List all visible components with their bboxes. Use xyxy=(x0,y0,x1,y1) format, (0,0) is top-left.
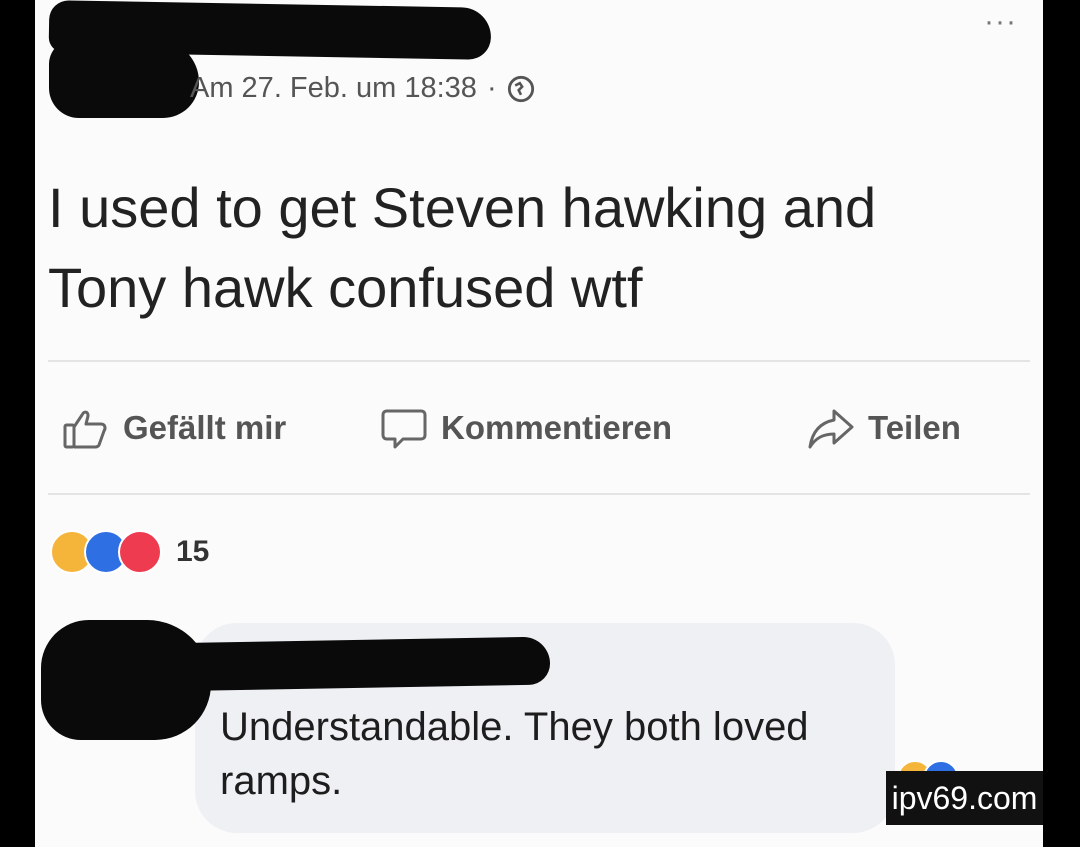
post-text: I used to get Steven hawking and Tony ha… xyxy=(48,176,877,319)
post-timestamp[interactable]: Am 27. Feb. um 18:38 xyxy=(190,72,477,105)
facebook-post-card: ··· Am 27. Feb. um 18:38 · I used to get… xyxy=(35,0,1043,847)
like-button[interactable]: Gefällt mir xyxy=(61,403,286,453)
post-meta: Am 27. Feb. um 18:38 · xyxy=(190,72,535,105)
divider xyxy=(48,493,1030,495)
globe-icon xyxy=(507,75,534,102)
like-button-label: Gefällt mir xyxy=(123,409,287,446)
thumbs-up-icon xyxy=(63,410,107,449)
meta-separator: · xyxy=(486,72,497,104)
comment-button[interactable]: Kommentieren xyxy=(379,403,672,453)
post-actions-bar: Gefällt mir Kommentieren Teilen xyxy=(61,398,993,458)
comment-text: Understandable. They both loved ramps. xyxy=(220,705,809,803)
speech-bubble-icon xyxy=(381,409,427,449)
reactions-summary[interactable]: 15 xyxy=(50,530,209,574)
redacted-commenter-name-scribble xyxy=(154,636,551,692)
share-button-label: Teilen xyxy=(868,409,961,446)
share-button[interactable]: Teilen xyxy=(806,403,961,453)
more-options-button[interactable]: ··· xyxy=(984,7,1017,37)
redacted-avatar-scribble xyxy=(49,40,199,118)
divider xyxy=(48,360,1030,362)
watermark: ipv69.com xyxy=(886,771,1043,825)
comment-button-label: Kommentieren xyxy=(441,409,673,446)
share-arrow-icon xyxy=(808,409,854,449)
love-icon xyxy=(118,530,162,574)
reaction-count: 15 xyxy=(176,535,210,568)
